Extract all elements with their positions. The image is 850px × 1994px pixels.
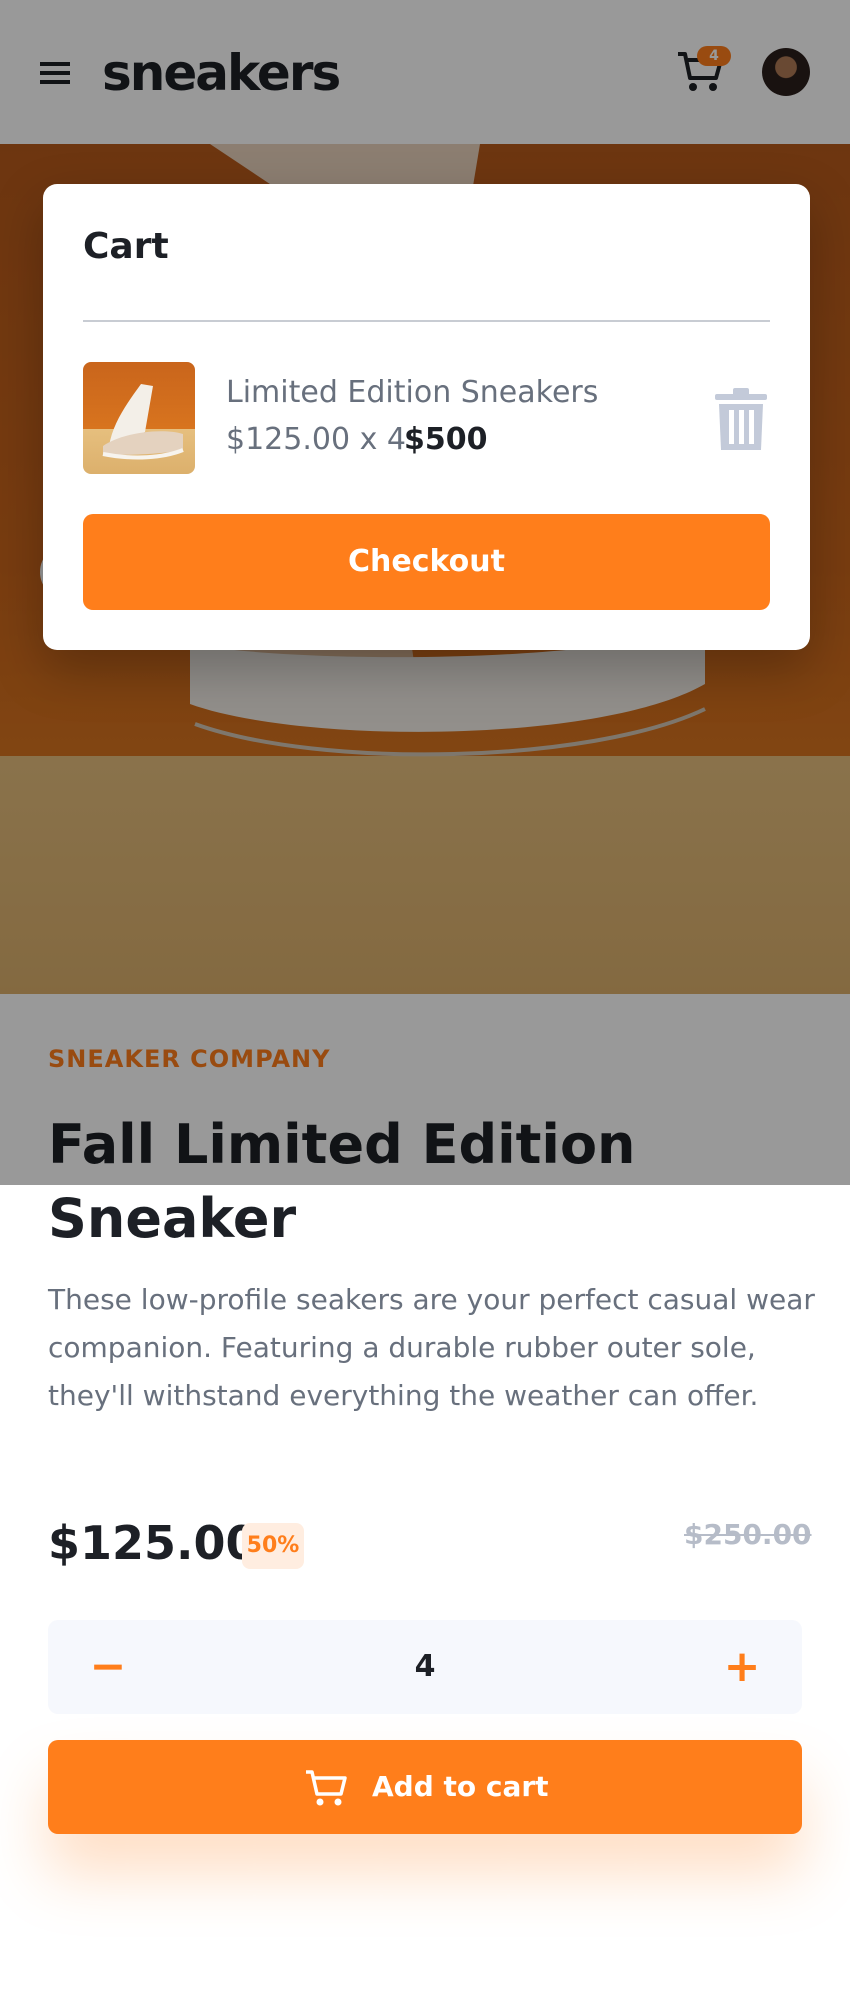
quantity-stepper: − 4 +	[48, 1620, 802, 1714]
quantity-value: 4	[414, 1649, 436, 1684]
add-to-cart-button[interactable]: Add to cart	[48, 1740, 802, 1834]
cart-icon	[306, 1770, 347, 1806]
original-price: $250.00	[684, 1518, 812, 1551]
current-price: $125.00	[48, 1516, 258, 1570]
site-header: sneakers 4	[0, 0, 850, 144]
product-description: These low-profile seakers are your perfe…	[48, 1283, 815, 1412]
checkout-button[interactable]: Checkout	[83, 514, 770, 610]
cart-dropdown: Cart Limited Edition Sneakers $125.00 x …	[43, 184, 810, 650]
cart-title: Cart	[83, 226, 169, 267]
cart-item-name: Limited Edition Sneakers	[226, 375, 599, 410]
site-logo[interactable]: sneakers	[102, 38, 341, 108]
add-to-cart-label: Add to cart	[372, 1770, 549, 1803]
increase-quantity-button[interactable]: +	[702, 1620, 782, 1714]
cart-item-unit-price: $125.00 x 4	[226, 422, 406, 457]
user-avatar[interactable]	[762, 48, 810, 96]
hamburger-menu-icon[interactable]	[38, 56, 72, 90]
cart-item-total: $500	[404, 422, 488, 457]
brand-name: SNEAKER COMPANY	[48, 1045, 331, 1073]
delete-icon[interactable]	[713, 388, 769, 452]
product-title: Fall Limited Edition Sneaker	[48, 1113, 636, 1250]
decrease-quantity-button[interactable]: −	[68, 1620, 148, 1714]
cart-item-thumbnail	[83, 362, 195, 474]
discount-badge: 50%	[242, 1523, 304, 1569]
cart-count-badge: 4	[697, 46, 731, 66]
cart-divider	[83, 320, 770, 322]
